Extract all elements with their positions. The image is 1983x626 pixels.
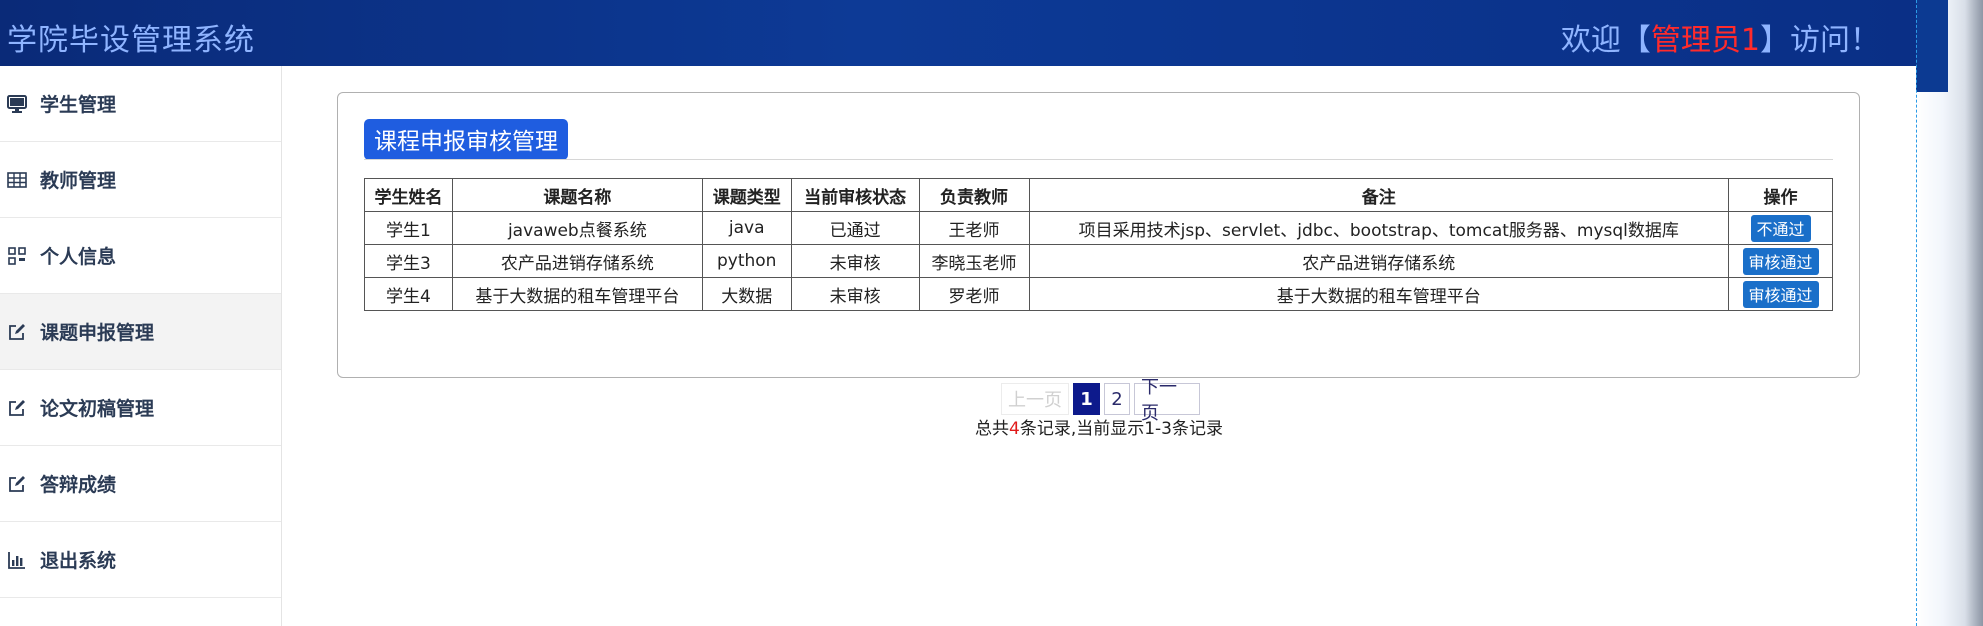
table-icon bbox=[6, 169, 28, 191]
sidebar-item-label: 课题申报管理 bbox=[40, 322, 155, 344]
welcome-message: 欢迎【管理员1】访问！ bbox=[1561, 15, 1880, 59]
summary-prefix: 总共 bbox=[975, 419, 1009, 439]
table-header-row: 学生姓名 课题名称 课题类型 当前审核状态 负责教师 备注 操作 bbox=[364, 178, 1833, 212]
summary-suffix: 条记录,当前显示1-3条记录 bbox=[1019, 419, 1223, 439]
cell-topic: javaweb点餐系统 bbox=[451, 211, 703, 245]
cell-note: 项目采用技术jsp、servlet、jdbc、bootstrap、tomcat服… bbox=[1028, 211, 1730, 245]
column-header: 学生姓名 bbox=[364, 178, 453, 212]
monitor-icon bbox=[6, 93, 28, 115]
sidebar-item-students[interactable]: 学生管理 bbox=[0, 66, 281, 142]
cell-action: 审核通过 bbox=[1728, 277, 1833, 311]
column-header: 备注 bbox=[1028, 178, 1730, 212]
column-header: 负责教师 bbox=[918, 178, 1030, 212]
record-summary: 总共4条记录,当前显示1-3条记录 bbox=[975, 414, 1223, 439]
table-row: 学生1 javaweb点餐系统 java 已通过 王老师 项目采用技术jsp、s… bbox=[364, 211, 1833, 245]
column-header: 当前审核状态 bbox=[790, 178, 920, 212]
sidebar-item-logout[interactable]: 退出系统 bbox=[0, 522, 281, 598]
sidebar-item-label: 个人信息 bbox=[40, 246, 117, 268]
sidebar-item-topic-review[interactable]: 课题申报管理 bbox=[0, 294, 281, 370]
panel-divider bbox=[364, 159, 1833, 160]
cell-status: 已通过 bbox=[790, 211, 920, 245]
cell-teacher: 王老师 bbox=[918, 211, 1030, 245]
cell-action: 不通过 bbox=[1728, 211, 1833, 245]
reject-button[interactable]: 不通过 bbox=[1750, 214, 1811, 242]
header-extension bbox=[1916, 0, 1948, 92]
cell-student: 学生4 bbox=[364, 277, 453, 311]
welcome-suffix: 】访问！ bbox=[1760, 23, 1880, 58]
total-count: 4 bbox=[1009, 419, 1020, 439]
table-row: 学生3 农产品进销存储系统 python 未审核 李晓玉老师 农产品进销存储系统… bbox=[364, 244, 1833, 278]
cell-type: python bbox=[701, 244, 792, 278]
cell-note: 农产品进销存储系统 bbox=[1028, 244, 1730, 278]
edit-icon bbox=[6, 473, 28, 495]
grid-icon bbox=[6, 245, 28, 267]
app-window: 学院毕设管理系统 欢迎【管理员1】访问！ 学生管理 教师管理 个人信息 课题申报… bbox=[0, 0, 1983, 626]
cell-type: java bbox=[701, 211, 792, 245]
page-button-1[interactable]: 1 bbox=[1073, 383, 1100, 415]
sidebar-item-label: 答辩成绩 bbox=[40, 474, 117, 496]
sidebar-item-label: 教师管理 bbox=[40, 170, 117, 192]
review-panel: 课程申报审核管理 学生姓名 课题名称 课题类型 当前审核状态 负责教师 备注 操… bbox=[337, 92, 1860, 378]
cell-type: 大数据 bbox=[701, 277, 792, 311]
sidebar: 学生管理 教师管理 个人信息 课题申报管理 论文初稿管理 答辩成绩 退出系统 bbox=[0, 66, 282, 626]
right-scroll-gutter bbox=[1916, 0, 1983, 626]
panel-title: 课程申报审核管理 bbox=[364, 119, 568, 160]
cell-topic: 农产品进销存储系统 bbox=[451, 244, 703, 278]
app-title: 学院毕设管理系统 bbox=[7, 23, 255, 58]
cell-teacher: 李晓玉老师 bbox=[918, 244, 1030, 278]
cell-note: 基于大数据的租车管理平台 bbox=[1028, 277, 1730, 311]
column-header: 操作 bbox=[1728, 178, 1833, 212]
sidebar-item-profile[interactable]: 个人信息 bbox=[0, 218, 281, 294]
cell-status: 未审核 bbox=[790, 277, 920, 311]
page-button-2[interactable]: 2 bbox=[1104, 383, 1130, 415]
cell-action: 审核通过 bbox=[1728, 244, 1833, 278]
cell-student: 学生3 bbox=[364, 244, 453, 278]
cell-student: 学生1 bbox=[364, 211, 453, 245]
sidebar-item-label: 退出系统 bbox=[40, 550, 117, 572]
sidebar-item-label: 论文初稿管理 bbox=[40, 398, 155, 420]
approve-button[interactable]: 审核通过 bbox=[1742, 280, 1819, 308]
topic-table: 学生姓名 课题名称 课题类型 当前审核状态 负责教师 备注 操作 学生1 jav… bbox=[364, 178, 1833, 311]
cell-teacher: 罗老师 bbox=[918, 277, 1030, 311]
window-edge-shadow bbox=[1965, 0, 1983, 626]
prev-page-button[interactable]: 上一页 bbox=[1001, 383, 1069, 415]
column-header: 课题类型 bbox=[701, 178, 792, 212]
sidebar-item-defense-scores[interactable]: 答辩成绩 bbox=[0, 446, 281, 522]
cell-status: 未审核 bbox=[790, 244, 920, 278]
cell-topic: 基于大数据的租车管理平台 bbox=[451, 277, 703, 311]
approve-button[interactable]: 审核通过 bbox=[1742, 247, 1819, 275]
sidebar-item-teachers[interactable]: 教师管理 bbox=[0, 142, 281, 218]
column-header: 课题名称 bbox=[451, 178, 703, 212]
frame-border-line bbox=[1916, 0, 1918, 626]
edit-icon bbox=[6, 321, 28, 343]
sidebar-item-label: 学生管理 bbox=[40, 94, 117, 116]
sidebar-item-draft-review[interactable]: 论文初稿管理 bbox=[0, 370, 281, 446]
bar-chart-icon bbox=[6, 549, 28, 571]
table-row: 学生4 基于大数据的租车管理平台 大数据 未审核 罗老师 基于大数据的租车管理平… bbox=[364, 277, 1833, 311]
admin-name: 管理员1 bbox=[1650, 23, 1760, 58]
next-page-button[interactable]: 下一页 bbox=[1134, 377, 1200, 424]
pagination: 上一页 1 2 下一页 bbox=[1001, 377, 1200, 424]
edit-icon bbox=[6, 397, 28, 419]
welcome-prefix: 欢迎【 bbox=[1560, 23, 1651, 58]
top-header: 学院毕设管理系统 欢迎【管理员1】访问！ bbox=[0, 0, 1916, 66]
